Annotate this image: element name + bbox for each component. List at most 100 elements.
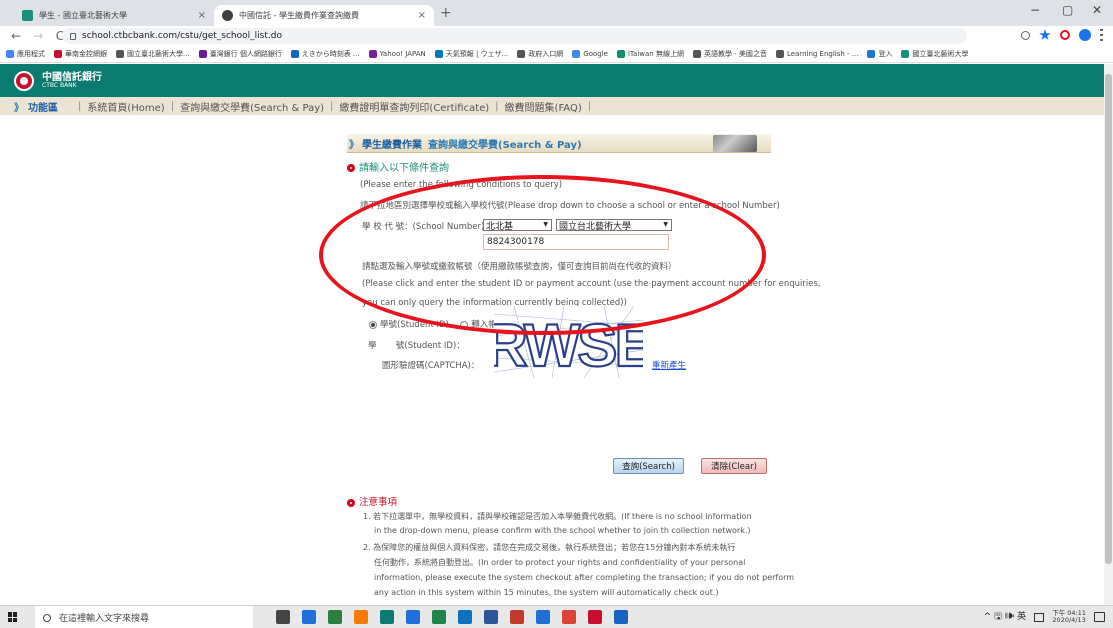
menu-icon[interactable]	[1100, 29, 1103, 41]
bookmark-item[interactable]: 天氣預報 | ウェザ...	[434, 49, 508, 59]
tab-favicon	[22, 10, 33, 21]
bookmark-item[interactable]: 政府入口網	[517, 49, 563, 59]
panel-title: 學生繳費作業	[362, 139, 422, 151]
minimize-icon[interactable]: −	[1030, 3, 1040, 17]
browser-tab-ctbc[interactable]: 中國信託 - 學生繳費作業查詢繳費 ×	[214, 5, 434, 26]
bookmark-item[interactable]: 華南金控網銀	[54, 49, 107, 59]
menu-item-home[interactable]: 系統首頁(Home)	[87, 99, 164, 114]
note-line: in the drop-down menu, please confirm wi…	[374, 526, 751, 535]
clear-button[interactable]: 清除(Clear)	[701, 458, 767, 474]
pinned-app-icon[interactable]	[510, 610, 524, 624]
scrollbar-thumb[interactable]	[1105, 74, 1112, 564]
note-line: 任何動作，系統將自動登出。(In order to protect your r…	[374, 558, 746, 567]
taskbar-search-placeholder: 在這裡輸入文字來搜尋	[59, 614, 150, 624]
system-tray: ^ 🖫 🕪 英 下午 04:11 2020/4/13	[984, 609, 1105, 625]
windows-start-icon[interactable]	[8, 612, 18, 622]
double-arrow-icon: 》	[349, 139, 359, 151]
note-line: information, please execute the system c…	[374, 573, 795, 582]
bookmark-item[interactable]: Google	[572, 50, 608, 58]
menu-separator: |	[330, 100, 334, 112]
bookmark-item[interactable]: 國立臺北藝術大學	[901, 49, 968, 59]
bookmark-item[interactable]: えきから時刻表 ...	[290, 49, 360, 59]
bookmark-label: 英語教學 - 美國之音	[703, 50, 767, 58]
close-window-icon[interactable]: ✕	[1092, 3, 1102, 17]
bookmark-item[interactable]: 英語教學 - 美國之音	[692, 49, 767, 59]
zoom-icon[interactable]	[1021, 30, 1030, 40]
opera-icon[interactable]	[1060, 30, 1070, 40]
bookmark-label: 登入	[878, 50, 893, 58]
pinned-app-icon[interactable]	[614, 610, 628, 624]
ime-icon[interactable]	[1034, 612, 1045, 622]
page-scrollbar[interactable]	[1104, 64, 1113, 605]
menu-item-search-pay[interactable]: 查詢與繳交學費(Search & Pay)	[180, 99, 324, 114]
taskbar-search-box[interactable]: 在這裡輸入文字來搜尋	[35, 606, 253, 628]
title-decoration-image	[713, 135, 757, 152]
bookmark-label: 應用程式	[17, 50, 45, 58]
tab-close-icon[interactable]: ×	[198, 10, 206, 21]
bookmark-label: iTaiwan 無線上網	[627, 50, 684, 58]
tray-icons[interactable]: ^ 🖫 🕪 英	[984, 609, 1027, 625]
tab-close-icon[interactable]: ×	[418, 10, 426, 21]
pinned-app-icon[interactable]	[458, 610, 472, 624]
bookmark-item[interactable]: 應用程式	[6, 49, 45, 59]
notification-icon[interactable]	[1094, 612, 1105, 622]
bookmark-item[interactable]: 登入	[867, 49, 892, 59]
menu-item-certificate[interactable]: 繳費證明單查詢列印(Certificate)	[339, 99, 489, 114]
pinned-app-icon[interactable]	[588, 610, 602, 624]
bookmark-favicon	[901, 50, 910, 58]
pinned-app-icon[interactable]	[484, 610, 498, 624]
bookmark-item[interactable]: 臺灣銀行 個人網路銀行	[198, 49, 282, 59]
web-page: 中國信託銀行 CTBC BANK 》 功能區 | 系統首頁(Home) | 查詢…	[0, 64, 1104, 605]
bookmark-label: Google	[583, 50, 608, 58]
back-icon[interactable]: ←	[10, 29, 22, 43]
bookmark-item[interactable]: Yahoo! JAPAN	[368, 50, 426, 58]
browser-tab-school[interactable]: 學生 - 國立臺北藝術大學 ×	[14, 5, 214, 26]
bookmark-label: えきから時刻表 ...	[301, 50, 360, 58]
bullet-icon	[347, 498, 355, 507]
tab-title: 學生 - 國立臺北藝術大學	[39, 11, 127, 20]
bookmark-star-icon[interactable]	[1039, 29, 1051, 40]
pinned-app-icon[interactable]	[406, 610, 420, 624]
bookmark-label: Yahoo! JAPAN	[379, 50, 426, 58]
bookmark-favicon	[692, 50, 701, 58]
bookmark-favicon	[775, 50, 784, 58]
menu-separator: |	[78, 100, 82, 112]
clock[interactable]: 下午 04:11 2020/4/13	[1052, 609, 1086, 625]
panel-subtitle: 查詢與繳交學費(Search & Pay)	[428, 139, 582, 151]
bookmark-label: 政府入口網	[528, 50, 564, 58]
menu-separator: |	[495, 100, 499, 112]
bookmark-label: 國立臺北藝術大學...	[127, 50, 190, 58]
menu-separator: |	[170, 100, 175, 112]
panel-title-bar: 》 學生繳費作業 查詢與繳交學費(Search & Pay)	[347, 134, 771, 153]
bookmark-item[interactable]: Learning English - ...	[775, 50, 858, 58]
globe-icon	[222, 10, 233, 21]
bookmark-item[interactable]: iTaiwan 無線上網	[616, 49, 684, 59]
tab-title: 中國信託 - 學生繳費作業查詢繳費	[239, 11, 359, 20]
radio-button[interactable]	[369, 320, 377, 329]
pinned-app-icon[interactable]	[562, 610, 576, 624]
regenerate-captcha-link[interactable]: 重新產生	[652, 359, 686, 371]
pinned-app-icon[interactable]	[380, 610, 394, 624]
pinned-app-icon[interactable]	[536, 610, 550, 624]
bookmark-item[interactable]: 國立臺北藝術大學...	[116, 49, 190, 59]
pinned-app-icon[interactable]	[354, 610, 368, 624]
note-line: 1. 若下拉選單中，無學校資料，請與學校確認是否加入本學雜費代收網。(If th…	[363, 512, 752, 521]
address-bar[interactable]: school.ctbcbank.com/cstu/get_school_list…	[62, 28, 967, 44]
menu-item-faq[interactable]: 繳費問題集(FAQ)	[505, 99, 582, 114]
section1-heading: 請輸入以下條件查詢	[347, 159, 449, 174]
pinned-app-icon[interactable]	[432, 610, 446, 624]
forward-icon[interactable]: →	[32, 29, 44, 43]
menu-title: 功能區	[28, 102, 58, 114]
search-button[interactable]: 查詢(Search)	[613, 458, 684, 474]
pinned-app-icon[interactable]	[328, 610, 342, 624]
bank-header: 中國信託銀行 CTBC BANK	[0, 64, 1104, 97]
pinned-app-icon[interactable]	[276, 610, 290, 624]
red-annotation-circle	[319, 175, 766, 335]
bookmark-favicon	[116, 50, 124, 58]
profile-avatar[interactable]	[1079, 29, 1091, 41]
pinned-app-icon[interactable]	[302, 610, 316, 624]
notes-heading: 注意事項	[347, 494, 397, 508]
new-tab-button[interactable]: +	[440, 5, 452, 21]
bookmark-label: 華南金控網銀	[65, 50, 107, 58]
maximize-icon[interactable]: ▢	[1062, 3, 1073, 17]
